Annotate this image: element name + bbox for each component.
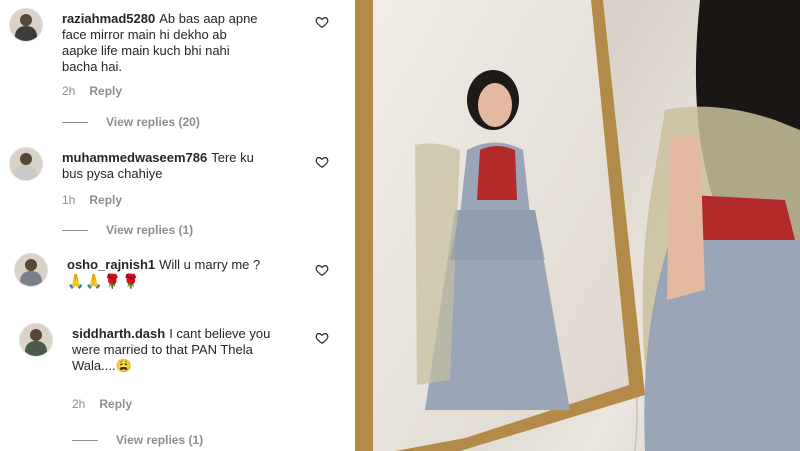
avatar[interactable] xyxy=(9,147,43,181)
avatar[interactable] xyxy=(14,253,48,287)
divider xyxy=(72,440,98,442)
comment-meta: 2h Reply xyxy=(72,397,132,411)
post-photo xyxy=(355,0,800,451)
comment-meta: 1h Reply xyxy=(62,193,122,207)
mirror-selfie-illustration xyxy=(355,0,800,451)
heart-icon[interactable] xyxy=(315,15,329,29)
comments-panel: raziahmad5280 Ab bas aap apne face mirror… xyxy=(0,0,355,451)
view-replies-button[interactable]: View replies (1) xyxy=(62,223,193,237)
heart-icon[interactable] xyxy=(315,263,329,277)
comment-text: raziahmad5280 Ab bas aap apne face mirror… xyxy=(62,11,258,74)
divider xyxy=(62,230,88,232)
divider xyxy=(62,122,88,124)
person-back-view xyxy=(642,0,800,451)
comment-time: 2h xyxy=(72,397,86,411)
emoji-reaction: 🙏🙏🌹🌹 xyxy=(67,273,141,289)
reply-button[interactable]: Reply xyxy=(89,193,122,207)
avatar[interactable] xyxy=(9,8,43,42)
comment-username[interactable]: raziahmad5280 xyxy=(62,11,155,26)
avatar[interactable] xyxy=(19,323,53,357)
view-replies-button[interactable]: View replies (1) xyxy=(72,433,203,447)
heart-icon[interactable] xyxy=(315,155,329,169)
heart-icon[interactable] xyxy=(315,331,329,345)
comment-username[interactable]: muhammedwaseem786 xyxy=(62,150,207,165)
comment-time: 2h xyxy=(62,84,76,98)
view-replies-button[interactable]: View replies (20) xyxy=(62,115,200,129)
comment-username[interactable]: siddharth.dash xyxy=(72,326,165,341)
reply-button[interactable]: Reply xyxy=(99,397,132,411)
comment-text: muhammedwaseem786 Tere ku bus pysa chahiy… xyxy=(62,150,254,181)
reply-button[interactable]: Reply xyxy=(89,84,122,98)
comment-meta: 2h Reply xyxy=(62,84,122,98)
comment-username[interactable]: osho_rajnish1 xyxy=(67,257,155,272)
comment-text: osho_rajnish1 Will u marry me ? 🙏🙏🌹🌹 xyxy=(67,257,261,289)
comment-text: siddharth.dash I cant believe you were ma… xyxy=(72,326,271,373)
comment-time: 1h xyxy=(62,193,76,207)
